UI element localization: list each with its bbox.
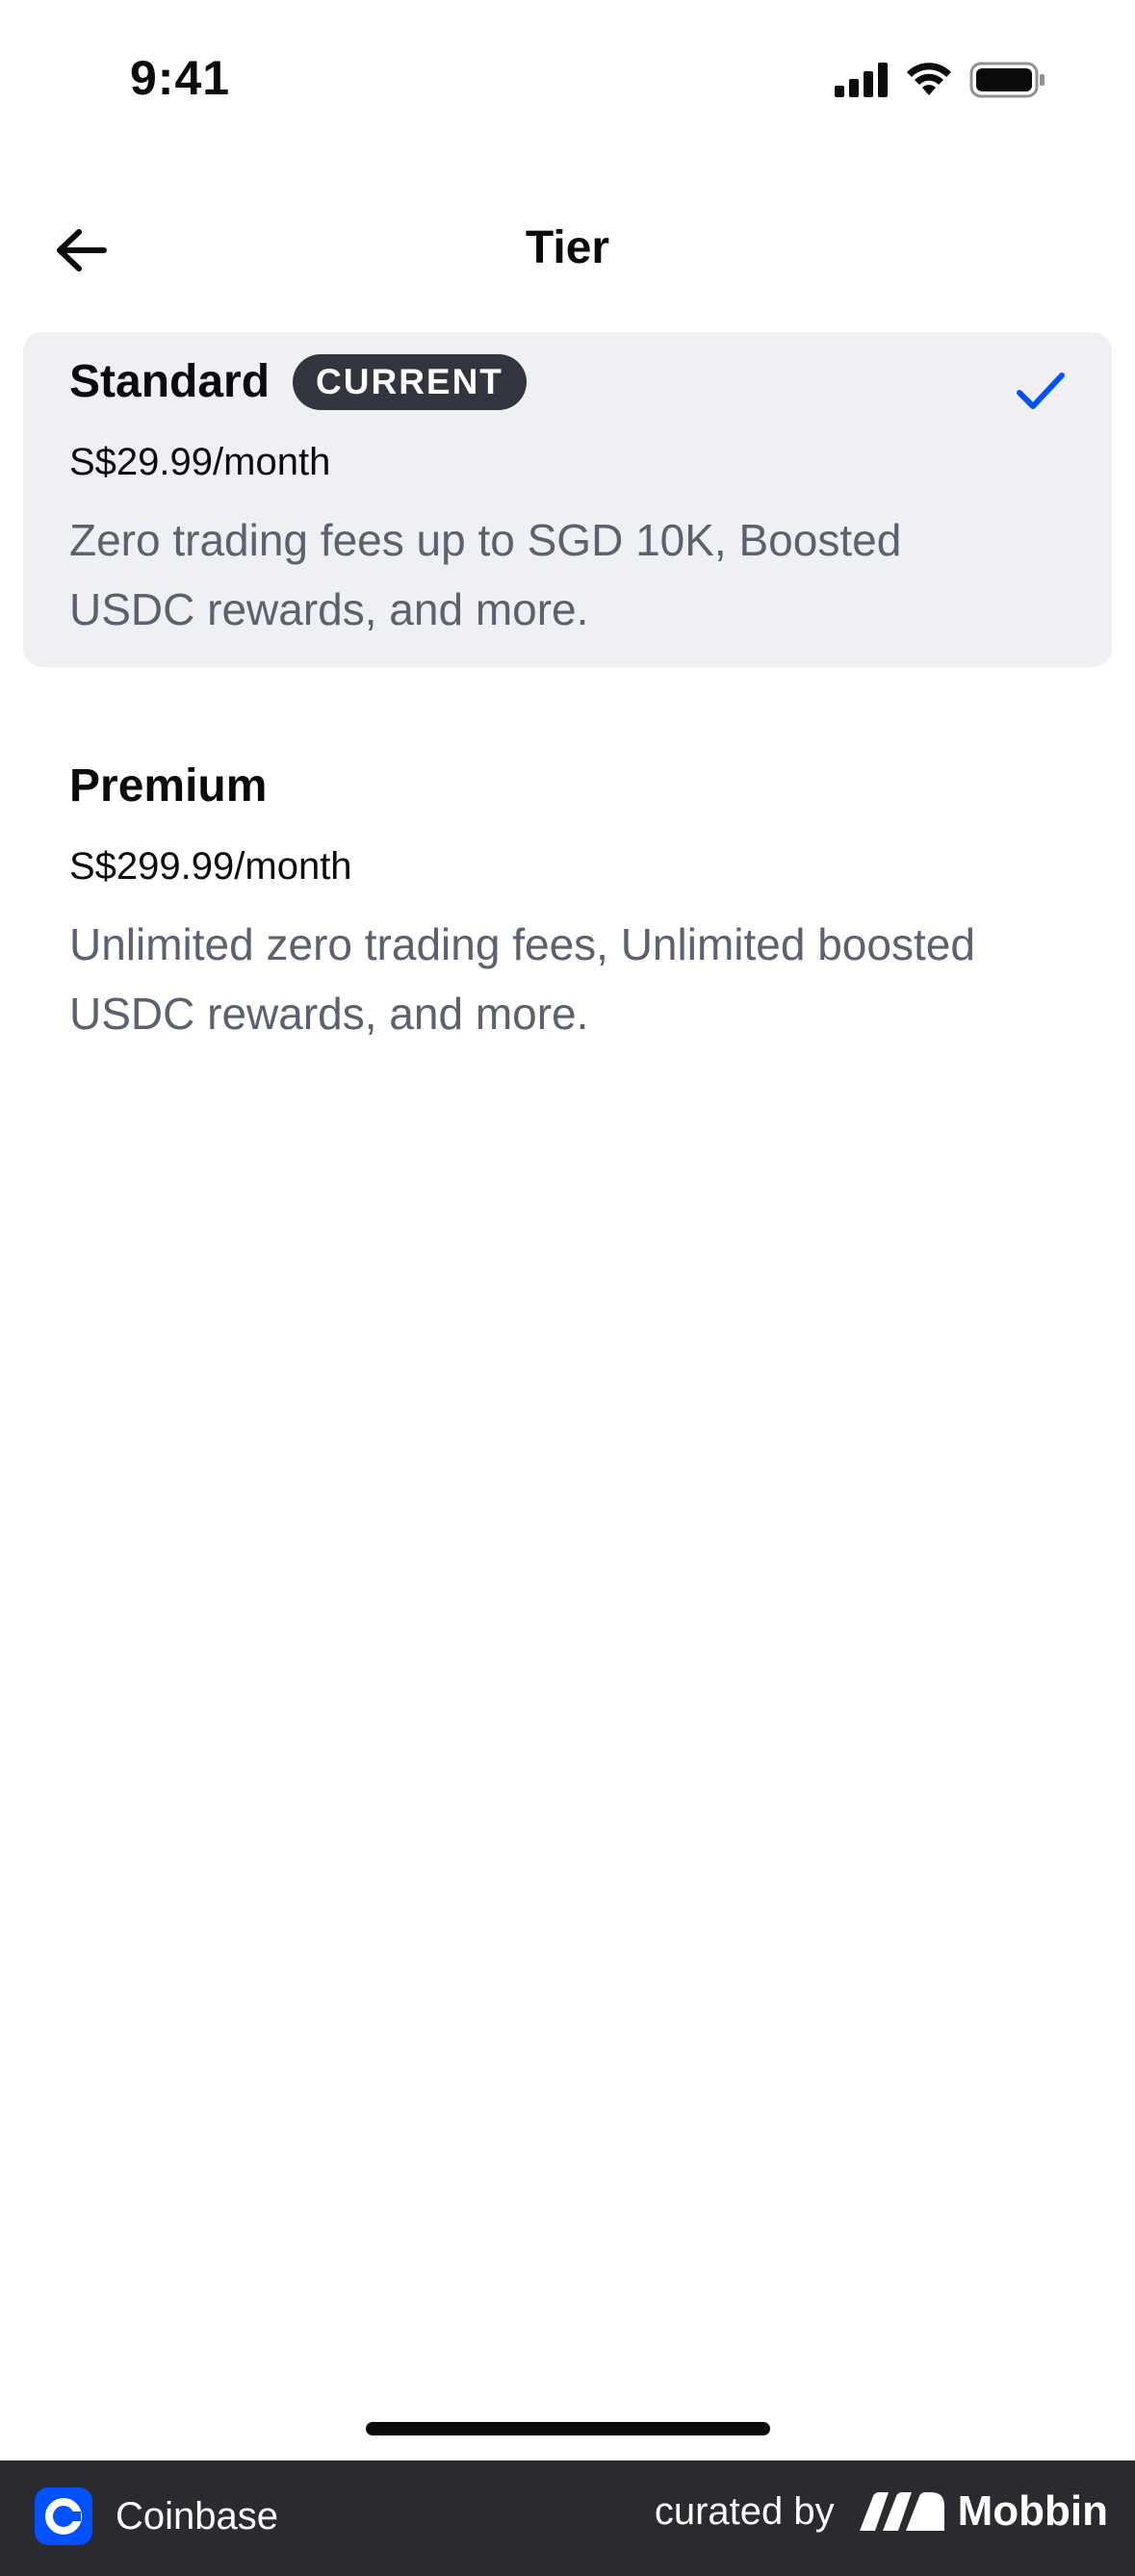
coinbase-logo-icon bbox=[35, 2487, 92, 2545]
nav-header: Tier bbox=[0, 193, 1135, 308]
footer-banner: Coinbase curated by Mobbin bbox=[0, 2460, 1135, 2576]
page-title: Tier bbox=[525, 222, 610, 273]
home-indicator bbox=[366, 2422, 770, 2435]
tier-name: Standard bbox=[69, 356, 271, 407]
current-badge: CURRENT bbox=[293, 354, 527, 410]
tier-screen: 9:41 Tier Standard CURRENT S$29.99/month… bbox=[0, 0, 1135, 2576]
mobbin-logo: Mobbin bbox=[859, 2487, 1108, 2536]
mobbin-logo-icon bbox=[859, 2492, 944, 2531]
curated-by-label: curated by bbox=[654, 2489, 835, 2533]
footer-curator: curated by Mobbin bbox=[655, 2487, 1108, 2536]
checkmark-icon bbox=[1017, 373, 1065, 409]
status-time: 9:41 bbox=[130, 51, 231, 105]
tier-name-row: Standard CURRENT bbox=[69, 353, 527, 411]
status-icons bbox=[835, 62, 1046, 98]
tier-name-row: Premium bbox=[69, 758, 267, 815]
cellular-signal-icon bbox=[835, 63, 888, 97]
tier-option-standard[interactable]: Standard CURRENT S$29.99/month Zero trad… bbox=[23, 332, 1112, 667]
tier-price: S$299.99/month bbox=[69, 845, 352, 888]
wifi-icon bbox=[907, 63, 951, 95]
tier-description: Zero trading fees up to SGD 10K, Boosted… bbox=[69, 515, 902, 634]
footer-app-name: Coinbase bbox=[116, 2494, 279, 2537]
status-bar: 9:41 bbox=[0, 0, 1135, 164]
footer-app: Coinbase bbox=[35, 2487, 278, 2545]
tier-description: Unlimited zero trading fees, Unlimited b… bbox=[69, 919, 975, 1039]
battery-icon bbox=[969, 62, 1045, 98]
tier-price: S$29.99/month bbox=[69, 441, 331, 483]
tier-name: Premium bbox=[69, 760, 268, 811]
tier-option-premium[interactable]: Premium S$299.99/month Unlimited zero tr… bbox=[23, 736, 1112, 1054]
mobbin-wordmark: Mobbin bbox=[957, 2487, 1108, 2535]
